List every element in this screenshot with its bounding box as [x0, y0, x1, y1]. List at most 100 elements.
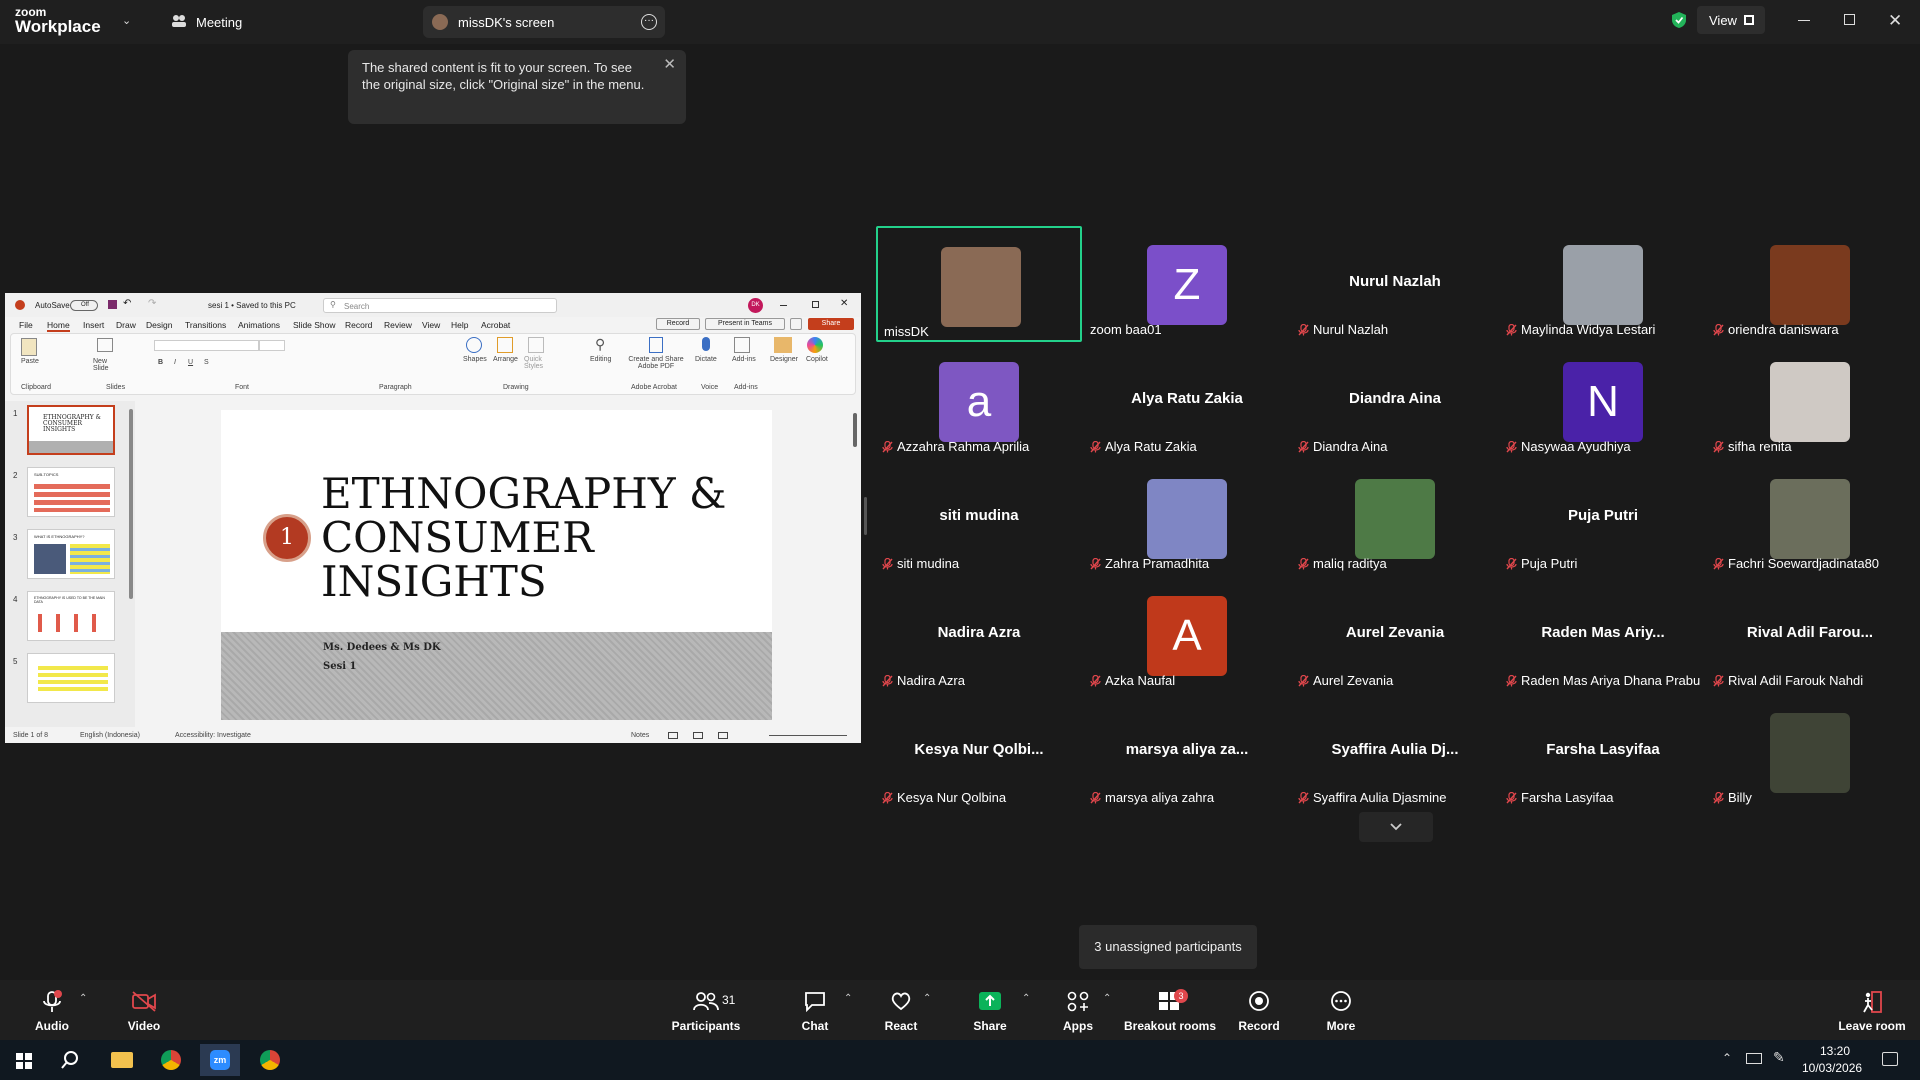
paste-button[interactable]: Paste: [21, 358, 39, 365]
editing-icon[interactable]: ⚲: [595, 336, 605, 353]
clock-date[interactable]: 10/03/2026: [1802, 1061, 1862, 1075]
security-shield-icon[interactable]: [1671, 11, 1687, 34]
windows-start-icon[interactable]: [16, 1053, 32, 1074]
participant-tile[interactable]: sifha renita: [1707, 343, 1913, 459]
participant-tile[interactable]: marsya aliya za... marsya aliya zahra: [1084, 694, 1290, 810]
zoom-taskbar-icon[interactable]: zm: [200, 1044, 240, 1076]
create-pdf-button[interactable]: Create and Share Adobe PDF: [625, 356, 687, 370]
dictate-icon[interactable]: [702, 337, 710, 351]
font-size-box[interactable]: [259, 340, 285, 351]
restore-icon[interactable]: [1844, 14, 1855, 25]
user-avatar[interactable]: DK: [748, 298, 763, 313]
screen-share-tab[interactable]: missDK's screen ···: [423, 6, 665, 38]
ppt-minimize-icon[interactable]: [780, 305, 787, 306]
notifications-icon[interactable]: [1882, 1052, 1898, 1066]
zoom-slider[interactable]: [769, 735, 847, 736]
menu-file[interactable]: File: [19, 320, 33, 330]
dictate-button[interactable]: Dictate: [695, 356, 717, 363]
participant-tile[interactable]: oriendra daniswara: [1707, 226, 1913, 342]
menu-design[interactable]: Design: [146, 320, 172, 330]
present-in-teams-button[interactable]: Present in Teams: [705, 318, 785, 330]
current-slide[interactable]: 1 ETHNOGRAPHY & CONSUMER INSIGHTS Ms. De…: [221, 410, 772, 720]
minimize-icon[interactable]: [1798, 20, 1810, 21]
ppt-restore-icon[interactable]: [812, 301, 819, 308]
slide-thumbnail-2[interactable]: SUB-TOPICS: [27, 467, 115, 517]
arrange-button[interactable]: Arrange: [493, 356, 518, 363]
chrome-profile-icon[interactable]: [260, 1050, 280, 1070]
reading-view-icon[interactable]: [718, 732, 728, 739]
designer-button[interactable]: Designer: [770, 356, 798, 363]
ppt-share-button[interactable]: Share: [808, 318, 854, 330]
participant-tile[interactable]: Farsha Lasyifaa Farsha Lasyifaa: [1500, 694, 1706, 810]
participant-tile[interactable]: siti mudina siti mudina: [876, 460, 1082, 576]
slide-scrollbar[interactable]: [853, 413, 857, 447]
more-button[interactable]: More: [1316, 980, 1366, 1040]
chat-options-chevron-icon[interactable]: ⌃: [844, 993, 852, 1004]
splitter-handle[interactable]: [864, 497, 867, 535]
ppt-record-button[interactable]: Record: [656, 318, 700, 330]
close-window-icon[interactable]: ✕: [1888, 11, 1902, 31]
chat-button[interactable]: Chat: [790, 980, 840, 1040]
participant-tile[interactable]: maliq raditya: [1292, 460, 1498, 576]
arrange-icon[interactable]: [497, 337, 513, 353]
file-name[interactable]: sesi 1 • Saved to this PC: [208, 301, 296, 310]
video-button[interactable]: Video: [114, 980, 174, 1040]
participant-tile[interactable]: Billy: [1707, 694, 1913, 810]
share-options-chevron-icon[interactable]: ⌃: [1022, 993, 1030, 1004]
audio-button[interactable]: Audio: [22, 980, 82, 1040]
normal-view-icon[interactable]: [668, 732, 678, 739]
menu-animations[interactable]: Animations: [238, 320, 280, 330]
view-button[interactable]: View: [1697, 6, 1765, 34]
participant-tile[interactable]: Fachri Soewardjadinata80: [1707, 460, 1913, 576]
notes-button[interactable]: Notes: [631, 732, 649, 739]
participant-tile[interactable]: Nurul Nazlah Nurul Nazlah: [1292, 226, 1498, 342]
menu-slideshow[interactable]: Slide Show: [293, 320, 336, 330]
undo-icon[interactable]: ↶: [123, 298, 131, 309]
copilot-icon[interactable]: [807, 337, 823, 353]
paste-icon[interactable]: [21, 338, 37, 356]
record-button[interactable]: Record: [1234, 980, 1284, 1040]
quick-styles-icon[interactable]: [528, 337, 544, 353]
participant-tile[interactable]: A Azka Naufal: [1084, 577, 1290, 693]
italic-icon[interactable]: I: [174, 359, 176, 366]
chrome-icon[interactable]: [161, 1050, 181, 1070]
slide-thumbnail-5[interactable]: [27, 653, 115, 703]
thumbnail-scrollbar[interactable]: [129, 409, 133, 599]
react-options-chevron-icon[interactable]: ⌃: [923, 993, 931, 1004]
file-explorer-icon[interactable]: [111, 1052, 133, 1068]
menu-view[interactable]: View: [422, 320, 440, 330]
menu-draw[interactable]: Draw: [116, 320, 136, 330]
participant-tile[interactable]: Alya Ratu Zakia Alya Ratu Zakia: [1084, 343, 1290, 459]
slide-sorter-icon[interactable]: [693, 732, 703, 739]
designer-icon[interactable]: [774, 337, 792, 353]
menu-record[interactable]: Record: [345, 320, 372, 330]
new-slide-icon[interactable]: [97, 338, 113, 352]
participant-tile[interactable]: Maylinda Widya Lestari: [1500, 226, 1706, 342]
comments-icon[interactable]: [790, 318, 802, 330]
participant-tile[interactable]: N Nasywaa Ayudhiya: [1500, 343, 1706, 459]
accessibility-status[interactable]: Accessibility: Investigate: [175, 732, 251, 739]
menu-transitions[interactable]: Transitions: [185, 320, 226, 330]
clock-time[interactable]: 13:20: [1820, 1044, 1850, 1058]
add-ins-icon[interactable]: [734, 337, 750, 353]
leave-room-button[interactable]: Leave room: [1832, 980, 1912, 1040]
autosave-toggle[interactable]: Off: [70, 300, 98, 311]
menu-review[interactable]: Review: [384, 320, 412, 330]
participant-tile[interactable]: Nadira Azra Nadira Azra: [876, 577, 1082, 693]
meeting-label[interactable]: Meeting: [196, 15, 242, 30]
new-slide-button[interactable]: New Slide: [93, 358, 119, 372]
participant-tile[interactable]: Syaffira Aulia Dj... Syaffira Aulia Djasm…: [1292, 694, 1498, 810]
gallery-next-page-icon[interactable]: [1359, 812, 1433, 842]
menu-home[interactable]: Home: [47, 320, 70, 332]
participant-tile[interactable]: missDK: [876, 226, 1082, 342]
participant-tile[interactable]: Puja Putri Puja Putri: [1500, 460, 1706, 576]
menu-insert[interactable]: Insert: [83, 320, 104, 330]
apps-options-chevron-icon[interactable]: ⌃: [1103, 993, 1111, 1004]
screen-options-icon[interactable]: ···: [641, 14, 657, 30]
shapes-icon[interactable]: [466, 337, 482, 353]
unassigned-participants-notice[interactable]: 3 unassigned participants: [1079, 925, 1257, 969]
breakout-rooms-button[interactable]: 3 Breakout rooms: [1120, 980, 1220, 1040]
bold-icon[interactable]: B: [158, 359, 163, 366]
menu-help[interactable]: Help: [451, 320, 468, 330]
menu-acrobat[interactable]: Acrobat: [481, 320, 510, 330]
